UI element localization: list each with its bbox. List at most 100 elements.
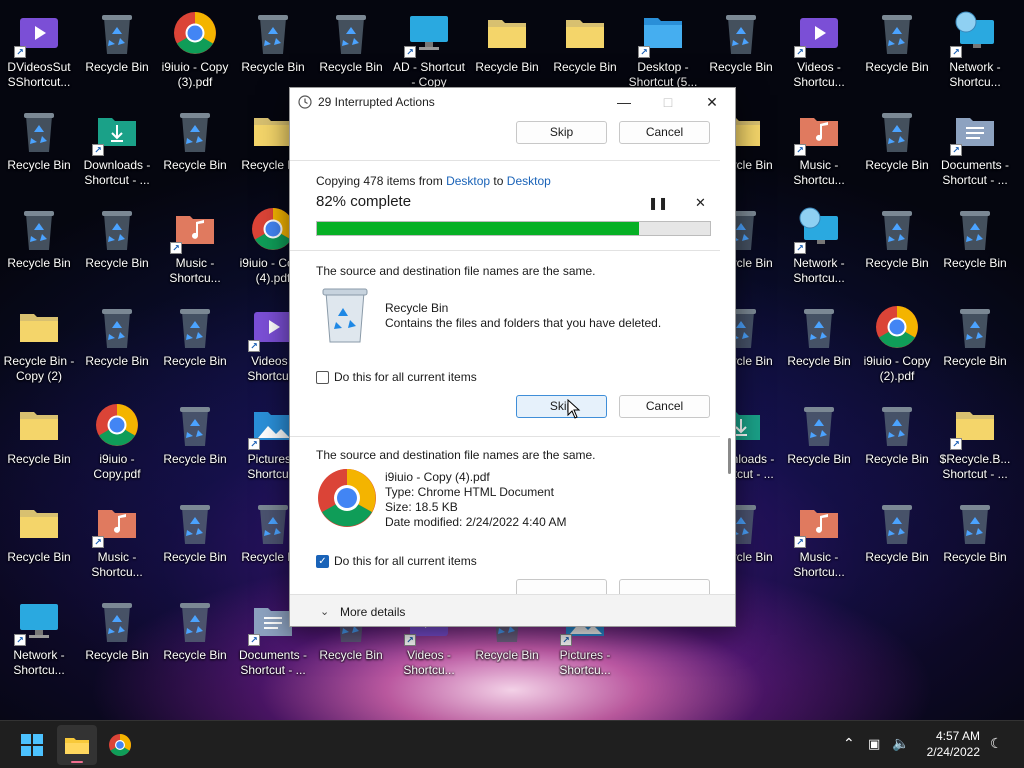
conflict1-cancel-button[interactable]: Cancel <box>619 395 710 418</box>
desktop-icon-recycle[interactable]: Recycle Bin <box>156 398 234 490</box>
music-icon: ↗ <box>794 500 842 548</box>
desktop-icon-recycle[interactable]: Recycle Bin <box>78 202 156 294</box>
conflict2-checkbox[interactable]: ✓ <box>316 555 329 568</box>
desktop-icon-label: DVideosSut SShortcut... <box>7 60 71 89</box>
desktop-icon-music[interactable]: ↗ Music - Shortcu... <box>780 496 858 588</box>
recycle-icon <box>874 206 920 252</box>
conflict2-skip-button[interactable] <box>516 579 607 594</box>
desktop-icon-video[interactable]: ↗ Videos - Shortcu... <box>780 6 858 98</box>
desktop-icon-recycle[interactable]: Recycle Bin <box>156 300 234 392</box>
conflict2-item-date: Date modified: 2/24/2022 4:40 AM <box>385 515 567 529</box>
taskbar: ⌃ ▣ 🔈 4:57 AM 2/24/2022 ☾ <box>0 720 1024 768</box>
dialog-scrollbar[interactable] <box>728 438 731 474</box>
desktop-icon-label: Recycle Bin <box>163 648 227 662</box>
file-explorer-taskbar-button[interactable] <box>57 725 97 765</box>
desktop-icon-recycle[interactable]: Recycle Bin <box>156 104 234 196</box>
recycle-icon <box>16 206 62 252</box>
desktop-icon-label: Documents - Shortcut - ... <box>940 158 1010 187</box>
shortcut-arrow-icon: ↗ <box>170 242 182 254</box>
desktop-icon-recycle[interactable]: Recycle Bin <box>156 594 234 686</box>
desktop-icon-folder[interactable]: Recycle Bin <box>468 6 546 98</box>
recycle-icon <box>952 206 998 252</box>
conflict1-skip-button[interactable]: Skip <box>516 395 607 418</box>
desktop-icon-recycle[interactable]: Recycle Bin <box>858 398 936 490</box>
desktop-icon-label: Pictures - Shortcu... <box>559 648 611 677</box>
desktop-icon-label: Recycle Bin <box>943 256 1007 270</box>
more-details-button[interactable]: More details <box>340 605 405 619</box>
minimize-button[interactable]: — <box>602 88 646 116</box>
network-tray-icon[interactable]: ▣ <box>868 736 880 752</box>
desktop-icon-recycle[interactable]: Recycle Bin <box>936 300 1014 392</box>
desktop-icon-folder[interactable]: Recycle Bin <box>546 6 624 98</box>
desktop-icon-chrome[interactable]: i9iuio - Copy (3).pdf <box>156 6 234 98</box>
desktop-icon-recycle[interactable]: Recycle Bin <box>78 594 156 686</box>
desktop-icon-recycle[interactable]: Recycle Bin <box>780 300 858 392</box>
video-icon: ↗ <box>14 10 62 58</box>
desktop-icon-downloads[interactable]: ↗ Downloads - Shortcut - ... <box>78 104 156 196</box>
copy-status-text: Copying 478 items from Desktop to Deskto… <box>316 174 551 188</box>
desktop-icon-monitor[interactable]: ↗ AD - Shortcut - Copy <box>390 6 468 98</box>
desktop-icon-recycle[interactable]: Recycle Bin <box>234 6 312 98</box>
desktop-icon-folder[interactable]: Recycle Bin <box>0 398 78 490</box>
desktop-icon-network[interactable]: ↗ Network - Shortcu... <box>936 6 1014 98</box>
desktop-icon-label: Network - Shortcu... <box>13 648 65 677</box>
source-link[interactable]: Desktop <box>446 174 490 188</box>
desktop-icon-recycle[interactable]: Recycle Bin <box>858 6 936 98</box>
volume-tray-icon[interactable]: 🔈 <box>892 735 909 752</box>
desktop-icon-folder[interactable]: Recycle Bin <box>0 496 78 588</box>
chrome-file-icon <box>318 469 376 527</box>
desktop-icon-music[interactable]: ↗ Music - Shortcu... <box>78 496 156 588</box>
top-skip-button[interactable]: Skip <box>516 121 607 144</box>
desktop-icon-recycle[interactable]: Recycle Bin <box>0 104 78 196</box>
desktop-icon-folder[interactable]: Recycle Bin - Copy (2) <box>0 300 78 392</box>
dialog-scroll-area[interactable]: Skip Cancel Copying 478 items from Deskt… <box>290 116 735 594</box>
clock-date[interactable]: 2/24/2022 <box>918 745 980 759</box>
desktop-icon-recycle[interactable]: Recycle Bin <box>0 202 78 294</box>
desktop-icon-recycle[interactable]: Recycle Bin <box>702 6 780 98</box>
conflict1-checkbox-label[interactable]: Do this for all current items <box>334 370 477 384</box>
close-button[interactable]: ✕ <box>690 88 734 116</box>
notifications-button[interactable]: ☾ <box>990 735 1003 752</box>
stop-button[interactable]: ✕ <box>695 195 709 210</box>
desktop-icon-chrome[interactable]: i9iuio - Copy (2).pdf <box>858 300 936 392</box>
desktop-icon-recycle[interactable]: Recycle Bin <box>312 6 390 98</box>
desktop-icon-label: AD - Shortcut - Copy <box>392 60 466 89</box>
desktop-icon-label: Network - Shortcu... <box>793 256 845 285</box>
desktop-icon-desktop[interactable]: ↗ Desktop - Shortcut (5... <box>624 6 702 98</box>
destination-link[interactable]: Desktop <box>507 174 551 188</box>
minimize-icon: — <box>617 94 631 110</box>
desktop-icon-recycle[interactable]: Recycle Bin <box>780 398 858 490</box>
maximize-icon: □ <box>663 94 673 110</box>
desktop-icon-documents[interactable]: ↗ Documents - Shortcut - ... <box>936 104 1014 196</box>
desktop-icon-recycle[interactable]: Recycle Bin <box>156 496 234 588</box>
chrome-taskbar-button[interactable] <box>100 725 140 765</box>
desktop-icon-recycle[interactable]: Recycle Bin <box>858 202 936 294</box>
top-cancel-button[interactable]: Cancel <box>619 121 710 144</box>
desktop-icon-recycle[interactable]: Recycle Bin <box>78 6 156 98</box>
desktop-icon-recycle[interactable]: Recycle Bin <box>78 300 156 392</box>
desktop-icon-music[interactable]: ↗ Music - Shortcu... <box>156 202 234 294</box>
desktop-icon-recycle[interactable]: Recycle Bin <box>858 496 936 588</box>
desktop-icon-video[interactable]: ↗ DVideosSut SShortcut... <box>0 6 78 98</box>
desktop-icon-chrome[interactable]: i9iuio - Copy.pdf <box>78 398 156 490</box>
conflict2-checkbox-label[interactable]: Do this for all current items <box>334 554 477 568</box>
conflict1-checkbox[interactable] <box>316 371 329 384</box>
conflict1-item-desc: Contains the files and folders that you … <box>385 316 662 330</box>
start-button[interactable] <box>12 725 52 765</box>
desktop-icon-label: Recycle Bin <box>85 60 149 74</box>
desktop-icon-recycle[interactable]: Recycle Bin <box>936 496 1014 588</box>
desktop-icon-label: Recycle Bin <box>865 158 929 172</box>
pause-button[interactable]: ❚❚ <box>648 196 668 210</box>
dialog-titlebar[interactable]: 29 Interrupted Actions — □ ✕ <box>290 88 735 116</box>
recycle-icon <box>172 598 218 644</box>
desktop-icon-folder[interactable]: ↗ $Recycle.B... Shortcut - ... <box>936 398 1014 490</box>
desktop-icon-monitor[interactable]: ↗ Network - Shortcu... <box>0 594 78 686</box>
desktop-icon-recycle[interactable]: Recycle Bin <box>936 202 1014 294</box>
conflict2-cancel-button[interactable] <box>619 579 710 594</box>
moon-icon: ☾ <box>990 735 1003 751</box>
desktop-icon-music[interactable]: ↗ Music - Shortcu... <box>780 104 858 196</box>
show-hidden-icons-button[interactable]: ⌃ <box>843 735 855 752</box>
desktop-icon-network[interactable]: ↗ Network - Shortcu... <box>780 202 858 294</box>
desktop-icon-recycle[interactable]: Recycle Bin <box>858 104 936 196</box>
clock-time[interactable]: 4:57 AM <box>918 729 980 743</box>
